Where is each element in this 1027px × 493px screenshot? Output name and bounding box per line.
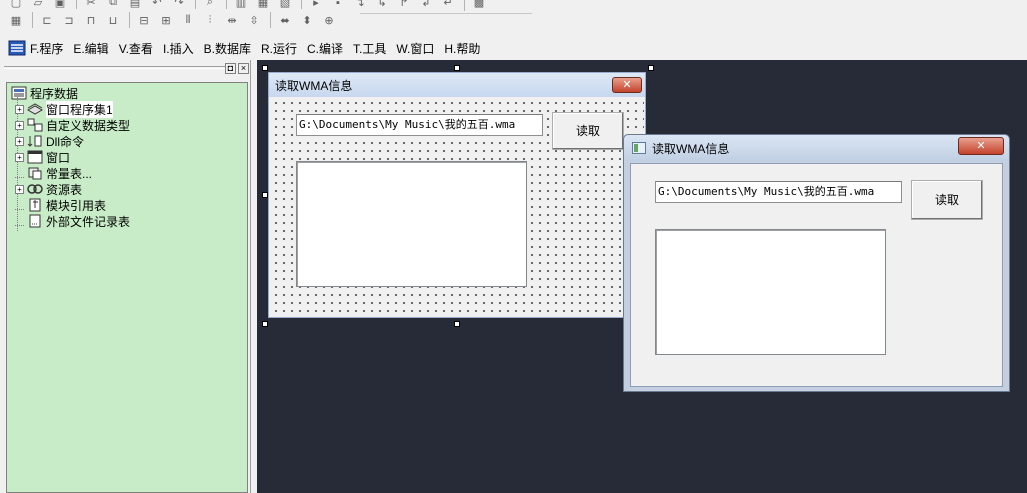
tree-item-label: 窗口程序集1 — [46, 100, 113, 118]
same-height-icon[interactable]: ⬍ — [297, 11, 317, 29]
tree-item-label: 常量表... — [46, 166, 93, 181]
same-size-icon[interactable]: ⊕ — [319, 11, 339, 29]
build-icon[interactable]: ▩ — [469, 0, 489, 12]
resize-handle[interactable] — [648, 65, 654, 71]
space-v-icon[interactable]: ⫶ — [200, 11, 220, 29]
tree-item-dll[interactable]: + Dll命令 — [11, 133, 243, 149]
expand-icon[interactable]: + — [15, 136, 24, 146]
tree-item-label: 模块引用表 — [46, 198, 107, 213]
panel-splitter[interactable] — [250, 60, 257, 493]
center-v-icon[interactable]: ⊞ — [156, 11, 176, 29]
resize-handle[interactable] — [262, 65, 268, 71]
run-window-client: G:\Documents\My Music\我的五百.wma 读取 — [630, 163, 1003, 387]
run-window-titlebar[interactable]: 读取WMA信息 ✕ — [624, 135, 1009, 161]
align-right-icon[interactable]: ⊐ — [59, 11, 79, 29]
file-record-icon — [27, 214, 43, 228]
step-icon[interactable]: ↵ — [438, 0, 458, 12]
design-list-box[interactable] — [296, 161, 527, 287]
align-bottom-icon[interactable]: ⊔ — [103, 11, 123, 29]
run-window-title: 读取WMA信息 — [652, 141, 730, 156]
run-path-field[interactable]: G:\Documents\My Music\我的五百.wma — [655, 181, 902, 203]
toolbar-separator — [464, 0, 465, 11]
same-width-icon[interactable]: ⬌ — [275, 11, 295, 29]
step-icon[interactable]: ↳ — [372, 0, 392, 12]
run-list-box[interactable] — [655, 229, 886, 355]
menu-view[interactable]: V.查看 — [119, 40, 153, 57]
menu-program[interactable]: F.程序 — [30, 40, 63, 57]
design-form-title: 读取WMA信息 — [275, 78, 353, 93]
module-icon — [27, 198, 43, 212]
tree-item-datatype[interactable]: + 自定义数据类型 — [11, 117, 243, 133]
menu-help[interactable]: H.帮助 — [444, 40, 480, 57]
tree-item-label: 外部文件记录表 — [46, 214, 131, 229]
menu-window[interactable]: W.窗口 — [396, 40, 434, 57]
tree-item-assembly[interactable]: + 窗口程序集1 — [11, 100, 243, 118]
resize-handle[interactable] — [454, 65, 460, 71]
design-path-field[interactable]: G:\Documents\My Music\我的五百.wma — [296, 114, 543, 136]
menu-insert[interactable]: I.插入 — [163, 40, 194, 57]
design-read-button[interactable]: 读取 — [552, 112, 624, 150]
tree-item-label: 自定义数据类型 — [46, 118, 131, 133]
run-close-icon[interactable]: ✕ — [958, 137, 1004, 155]
expand-icon[interactable]: + — [15, 184, 24, 194]
resource-icon — [27, 182, 43, 196]
window-app-icon — [632, 142, 646, 154]
panel-close-icon[interactable]: × — [238, 63, 249, 74]
align-toolbar: ▦ ⊏ ⊐ ⊓ ⊔ ⊟ ⊞ ⫴ ⫶ ⇹ ⇳ ⬌ ⬍ ⊕ — [0, 9, 360, 31]
menu-edit[interactable]: E.编辑 — [73, 40, 108, 57]
design-close-icon[interactable]: ✕ — [612, 77, 642, 93]
step-icon[interactable]: ↱ — [394, 0, 414, 12]
toolbar-separator — [129, 12, 130, 28]
tree-item-resource[interactable]: + 资源表 — [11, 181, 243, 197]
panel-grip[interactable] — [4, 66, 226, 69]
expand-icon[interactable]: + — [15, 104, 24, 114]
menu-database[interactable]: B.数据库 — [204, 40, 251, 57]
space-h-icon[interactable]: ⫴ — [178, 11, 198, 29]
tree-item-label: 窗口 — [46, 150, 71, 165]
expand-icon[interactable]: + — [15, 120, 24, 130]
assembly-icon — [27, 102, 43, 116]
form-icon[interactable]: ▦ — [6, 11, 26, 29]
program-data-icon — [11, 86, 27, 100]
menu-tools[interactable]: T.工具 — [353, 40, 386, 57]
menu-compile[interactable]: C.编译 — [307, 40, 343, 57]
step-icon[interactable]: ↲ — [416, 0, 436, 12]
align-left-icon[interactable]: ⊏ — [37, 11, 57, 29]
window-icon — [27, 150, 43, 164]
toolbar-separator — [32, 12, 33, 28]
program-data-panel: ◘ × 程序数据 + 窗口程序集1 + 自定义数据类型 + Dll命令 + 窗口… — [4, 60, 256, 493]
constant-icon — [27, 166, 43, 180]
resize-handle[interactable] — [262, 192, 268, 198]
tree-item-label: Dll命令 — [46, 134, 84, 149]
menu-bar: F.程序 E.编辑 V.查看 I.插入 B.数据库 R.运行 C.编译 T.工具… — [0, 36, 1027, 60]
tree-item-module[interactable]: 模块引用表 — [11, 197, 243, 213]
tree-item-constant[interactable]: 常量表... — [11, 165, 243, 181]
expand-icon[interactable]: + — [15, 152, 24, 162]
dll-icon — [27, 134, 43, 148]
datatype-icon — [27, 118, 43, 132]
spread-h-icon[interactable]: ⇹ — [222, 11, 242, 29]
app-logo-icon[interactable] — [8, 40, 26, 56]
run-window[interactable]: 读取WMA信息 ✕ G:\Documents\My Music\我的五百.wma… — [623, 134, 1010, 392]
tree-root-label: 程序数据 — [30, 86, 79, 101]
program-tree: 程序数据 + 窗口程序集1 + 自定义数据类型 + Dll命令 + 窗口 常量表… — [6, 82, 248, 493]
design-form-titlebar[interactable]: 读取WMA信息 ✕ — [269, 73, 645, 97]
tree-item-label: 资源表 — [46, 182, 83, 197]
tree-item-file-record[interactable]: 外部文件记录表 — [11, 213, 243, 229]
spread-v-icon[interactable]: ⇳ — [244, 11, 264, 29]
center-h-icon[interactable]: ⊟ — [134, 11, 154, 29]
toolbar-separator — [270, 12, 271, 28]
design-form[interactable]: 读取WMA信息 ✕ G:\Documents\My Music\我的五百.wma… — [268, 72, 646, 318]
resize-handle[interactable] — [262, 321, 268, 327]
run-read-button[interactable]: 读取 — [911, 180, 983, 220]
tree-item-window[interactable]: + 窗口 — [11, 149, 243, 165]
align-top-icon[interactable]: ⊓ — [81, 11, 101, 29]
menu-run[interactable]: R.运行 — [261, 40, 297, 57]
tree-root[interactable]: 程序数据 — [11, 85, 243, 101]
pin-icon[interactable]: ◘ — [225, 63, 236, 74]
resize-handle[interactable] — [454, 321, 460, 327]
